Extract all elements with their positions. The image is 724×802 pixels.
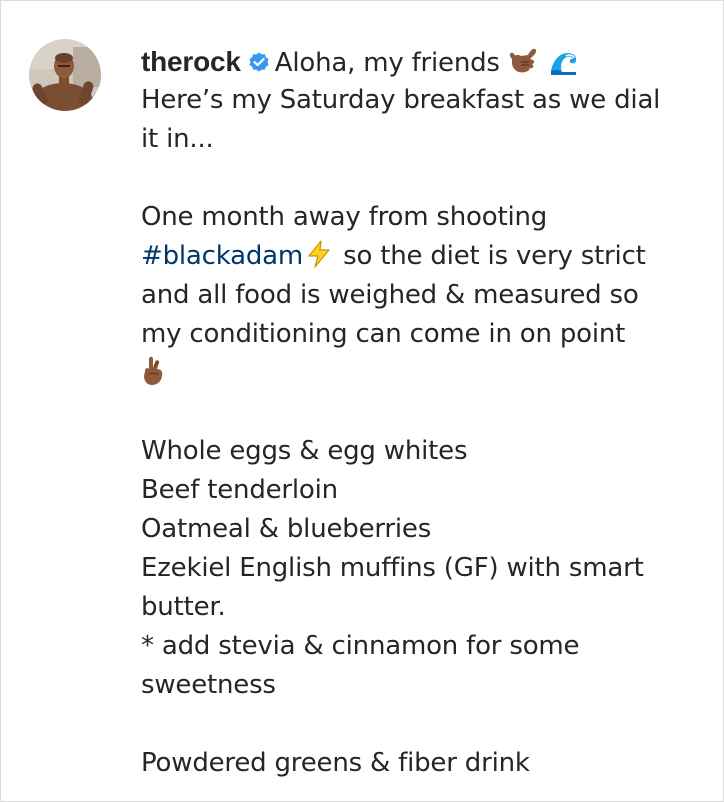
- greeting-text: Aloha, my friends: [274, 48, 500, 78]
- menu-item: Beef tenderloin: [141, 475, 338, 505]
- caption-first-line: therock Aloha, my friends: [141, 42, 701, 81]
- menu-item: Ezekiel English muffins (GF) with smart: [141, 553, 644, 583]
- verified-badge-icon: [247, 47, 271, 72]
- caption-text: therock Aloha, my friends Here’s my Satu…: [141, 42, 701, 783]
- caption-line: Here’s my Saturday breakfast as we dial: [141, 85, 661, 115]
- menu-item: Whole eggs & egg whites: [141, 436, 468, 466]
- crossed-fingers-emoji: [141, 355, 167, 399]
- hashtag-link[interactable]: #blackadam: [141, 241, 303, 271]
- menu-item: sweetness: [141, 670, 276, 700]
- caption-line: and all food is weighed & measured so: [141, 280, 639, 310]
- menu-item: butter.: [141, 592, 226, 622]
- drink-item: Powdered greens & fiber drink: [141, 748, 530, 778]
- post-caption-panel: therock Aloha, my friends Here’s my Satu…: [0, 0, 724, 802]
- diet-text: so the diet is very strict: [343, 241, 646, 271]
- username-link[interactable]: therock: [141, 46, 241, 77]
- caption-line-hashtag: #blackadam so the diet is very strict: [141, 237, 701, 276]
- caption-line-emoji: [141, 354, 701, 393]
- profile-avatar[interactable]: [29, 39, 101, 111]
- caption-line: One month away from shooting: [141, 202, 548, 232]
- caption-line: my conditioning can come in on point: [141, 319, 626, 349]
- menu-item: Oatmeal & blueberries: [141, 514, 432, 544]
- caption-line: it in...: [141, 124, 214, 154]
- menu-item: * add stevia & cinnamon for some: [141, 631, 580, 661]
